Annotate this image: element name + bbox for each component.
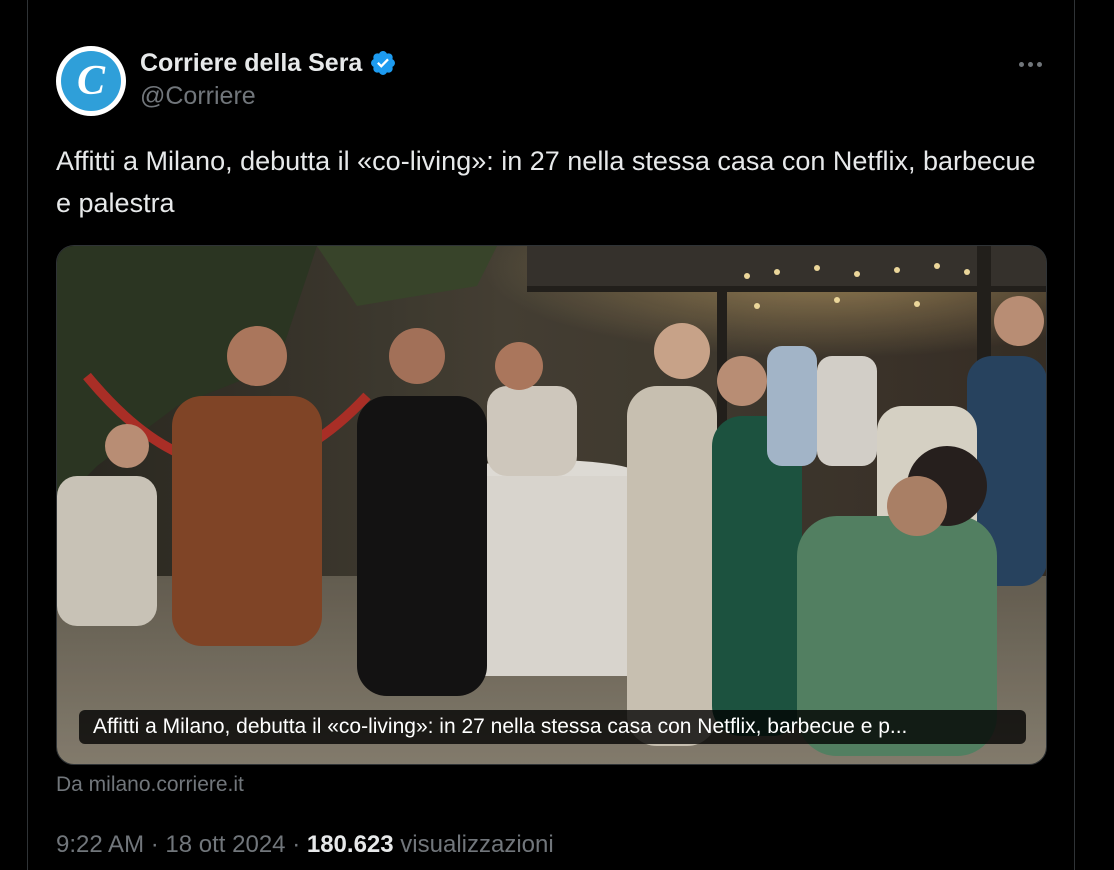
author-name-row: Corriere della Sera <box>140 46 397 80</box>
meta-separator: · <box>150 831 159 858</box>
card-photo <box>57 246 1046 764</box>
views-count: 180.623 <box>306 831 394 858</box>
link-card[interactable]: Affitti a Milano, debutta il «co-living»… <box>56 245 1047 765</box>
author-handle[interactable]: @Corriere <box>140 82 256 111</box>
verified-badge-icon[interactable] <box>369 49 397 77</box>
more-horizontal-icon <box>1018 61 1024 67</box>
more-options-button[interactable] <box>1014 50 1046 78</box>
avatar-logo: C <box>61 51 121 111</box>
tweet-meta: 9:22 AM · 18 ott 2024 · 180.623 visualiz… <box>56 831 554 859</box>
views-label: visualizzazioni <box>400 831 554 858</box>
tweet-time[interactable]: 9:22 AM <box>56 831 144 858</box>
meta-separator: · <box>292 831 301 858</box>
tweet-text: Affitti a Milano, debutta il «co-living»… <box>56 146 1036 218</box>
card-source[interactable]: Da milano.corriere.it <box>56 773 244 797</box>
avatar[interactable]: C <box>56 46 126 116</box>
author-display-name[interactable]: Corriere della Sera <box>140 49 362 78</box>
tweet-date[interactable]: 18 ott 2024 <box>165 831 285 858</box>
card-caption: Affitti a Milano, debutta il «co-living»… <box>79 710 1026 744</box>
